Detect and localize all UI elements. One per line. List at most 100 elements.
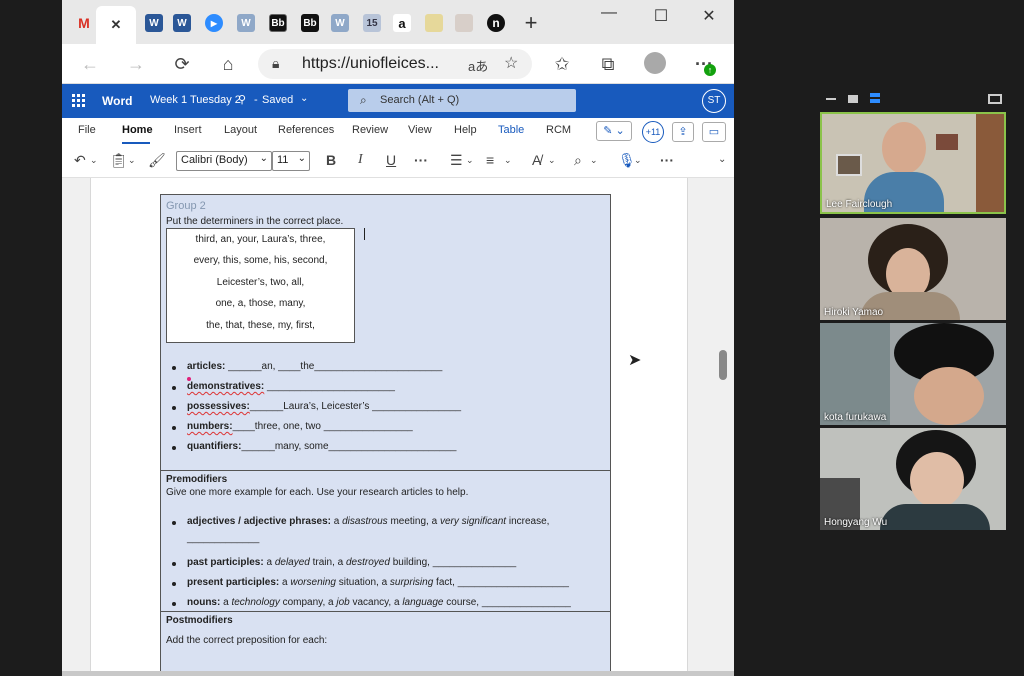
tab-home[interactable]: Home xyxy=(122,124,153,136)
comments-icon[interactable]: ▭ xyxy=(702,122,726,142)
close-window-button[interactable]: ✕ xyxy=(694,6,724,26)
bullet xyxy=(172,582,176,586)
item-text: building, _______________ xyxy=(389,557,517,568)
tab-amazon[interactable]: a xyxy=(388,9,416,37)
favorites-icon[interactable]: ✩ xyxy=(550,52,574,76)
collections-icon[interactable]: ⧉ xyxy=(596,52,620,76)
bullets-dropdown-icon[interactable]: ⌄ xyxy=(466,155,474,166)
determiners-cell[interactable]: Group 2 Put the determiners in the corre… xyxy=(161,195,610,471)
find-dropdown-icon[interactable]: ⌄ xyxy=(590,155,598,166)
back-button[interactable]: ← xyxy=(78,52,102,76)
premodifiers-cell[interactable]: Premodifiers Give one more example for e… xyxy=(161,471,610,612)
word-icon: W xyxy=(145,14,163,32)
maximize-button[interactable]: ☐ xyxy=(646,6,676,26)
word-box-line: Leicester’s, two, all, xyxy=(216,277,305,288)
editing-mode-button[interactable]: ✎ ⌄ xyxy=(596,121,632,141)
underline-button[interactable]: U xyxy=(386,152,396,168)
tab-word-1[interactable]: W xyxy=(140,9,168,37)
close-icon[interactable]: ✕ xyxy=(107,16,125,34)
video-panel: Lee Fairclough Hiroki Yamao kota furukaw… xyxy=(820,92,1006,534)
undo-dropdown-icon[interactable]: ⌄ xyxy=(90,155,98,166)
tab-active[interactable]: ✕ xyxy=(96,6,136,44)
premodifiers-title: Premodifiers xyxy=(166,474,228,485)
styles-dropdown-icon[interactable]: ⌄ xyxy=(548,155,556,166)
tab-rcm[interactable]: RCM xyxy=(546,124,571,136)
read-aloud-icon[interactable]: aあ xyxy=(468,56,488,75)
vertical-scrollbar-thumb[interactable] xyxy=(719,350,727,380)
tab-bar: M ✕ W W ▶ W Bb Bb W 15 a n + — ☐ ✕ xyxy=(62,0,734,44)
share-icon[interactable]: ⇪ xyxy=(672,122,694,142)
search-box[interactable]: ⌕ Search (Alt + Q) xyxy=(348,89,576,112)
item-text: fact, ____________________ xyxy=(433,577,569,588)
tab-layout[interactable]: Layout xyxy=(224,124,257,136)
new-tab-icon: + xyxy=(524,10,538,35)
tab-word-4[interactable]: W xyxy=(326,9,354,37)
tab-view[interactable]: View xyxy=(408,124,432,136)
document-page[interactable]: Group 2 Put the determiners in the corre… xyxy=(90,178,688,676)
address-bar-row: ← → ⟳ ⌂ 🔒︎ https://uniofleices... aあ ☆ ✩… xyxy=(62,44,734,84)
bold-button[interactable]: B xyxy=(326,152,336,168)
minimize-button[interactable]: — xyxy=(594,4,624,24)
profile-avatar[interactable] xyxy=(644,52,666,74)
expand-ribbon-icon[interactable]: ⌄ xyxy=(718,154,726,165)
lock-icon[interactable]: 🔒︎ xyxy=(272,55,279,72)
format-painter-icon[interactable]: 🖌︎ xyxy=(148,152,166,169)
refresh-button[interactable]: ⟳ xyxy=(170,52,194,76)
align-dropdown-icon[interactable]: ⌄ xyxy=(504,155,512,166)
tab-references[interactable]: References xyxy=(278,124,334,136)
collaborators-count[interactable]: +11 xyxy=(642,121,664,143)
tab-image-2[interactable] xyxy=(450,9,478,37)
styles-icon[interactable]: A̸ xyxy=(532,152,541,168)
more-options-icon[interactable]: ··· xyxy=(660,152,674,168)
tab-table[interactable]: Table xyxy=(498,124,524,136)
home-button[interactable]: ⌂ xyxy=(216,52,240,76)
align-icon[interactable]: ≡ xyxy=(486,152,494,168)
dictate-dropdown-icon[interactable]: ⌄ xyxy=(634,155,642,166)
bullets-icon[interactable]: ☰ xyxy=(450,152,463,169)
tab-help[interactable]: Help xyxy=(454,124,477,136)
tab-image-1[interactable] xyxy=(420,9,448,37)
paste-icon[interactable]: 📋︎ xyxy=(110,152,128,169)
new-tab-button[interactable]: + xyxy=(517,9,545,37)
instruction-text: Put the determiners in the correct place… xyxy=(166,216,344,227)
paste-dropdown-icon[interactable]: ⌄ xyxy=(128,155,136,166)
tab-blackboard-1[interactable]: Bb xyxy=(264,9,292,37)
tab-file[interactable]: File xyxy=(78,124,96,136)
participant-tile[interactable]: kota furukawa xyxy=(820,323,1006,425)
doc-title[interactable]: Week 1 Tuesday 2 xyxy=(150,94,241,106)
app-launcher-icon[interactable] xyxy=(72,94,86,108)
find-icon[interactable]: ⌕ xyxy=(574,152,582,169)
participant-tile[interactable]: Hongyang Wu xyxy=(820,428,1006,530)
undo-icon[interactable]: ↶ xyxy=(74,152,86,169)
tab-review[interactable]: Review xyxy=(352,124,388,136)
horizontal-scrollbar[interactable] xyxy=(62,671,734,676)
add-favorite-icon[interactable]: ☆ xyxy=(504,53,518,73)
forward-button[interactable]: → xyxy=(124,52,148,76)
image-icon xyxy=(455,14,473,32)
tab-insert[interactable]: Insert xyxy=(174,124,202,136)
tab-n[interactable]: n xyxy=(482,9,510,37)
participant-tile[interactable]: Hiroki Yamao xyxy=(820,218,1006,320)
tab-blackboard-2[interactable]: Bb xyxy=(296,9,324,37)
group-table: Group 2 Put the determiners in the corre… xyxy=(160,194,611,676)
address-bar[interactable]: 🔒︎ https://uniofleices... aあ ☆ xyxy=(258,49,532,79)
item-text: increase, xyxy=(506,516,550,527)
font-name-select[interactable]: Calibri (Body) ⌄ xyxy=(176,151,272,171)
chevron-down-icon[interactable]: ⌄ xyxy=(300,93,308,104)
font-size-value: 11 xyxy=(277,154,289,166)
postmodifiers-cell[interactable]: Postmodifiers Add the correct prepositio… xyxy=(161,612,610,676)
more-font-options-icon[interactable]: ··· xyxy=(414,152,428,168)
item-example: surprising xyxy=(389,577,434,588)
tab-zoom[interactable]: ▶ xyxy=(200,9,228,37)
font-size-select[interactable]: 11 ⌄ xyxy=(272,151,310,171)
tab-calendar[interactable]: 15 xyxy=(358,9,386,37)
item-label: demonstratives: xyxy=(187,381,265,392)
participant-video xyxy=(820,323,1006,425)
tab-gmail[interactable]: M xyxy=(70,9,98,37)
participant-tile[interactable]: Lee Fairclough xyxy=(820,112,1006,214)
user-avatar[interactable]: ST xyxy=(702,89,726,113)
italic-button[interactable]: I xyxy=(358,152,363,168)
tab-word-3[interactable]: W xyxy=(232,9,260,37)
amazon-icon: a xyxy=(393,14,411,32)
tab-word-2[interactable]: W xyxy=(168,9,196,37)
